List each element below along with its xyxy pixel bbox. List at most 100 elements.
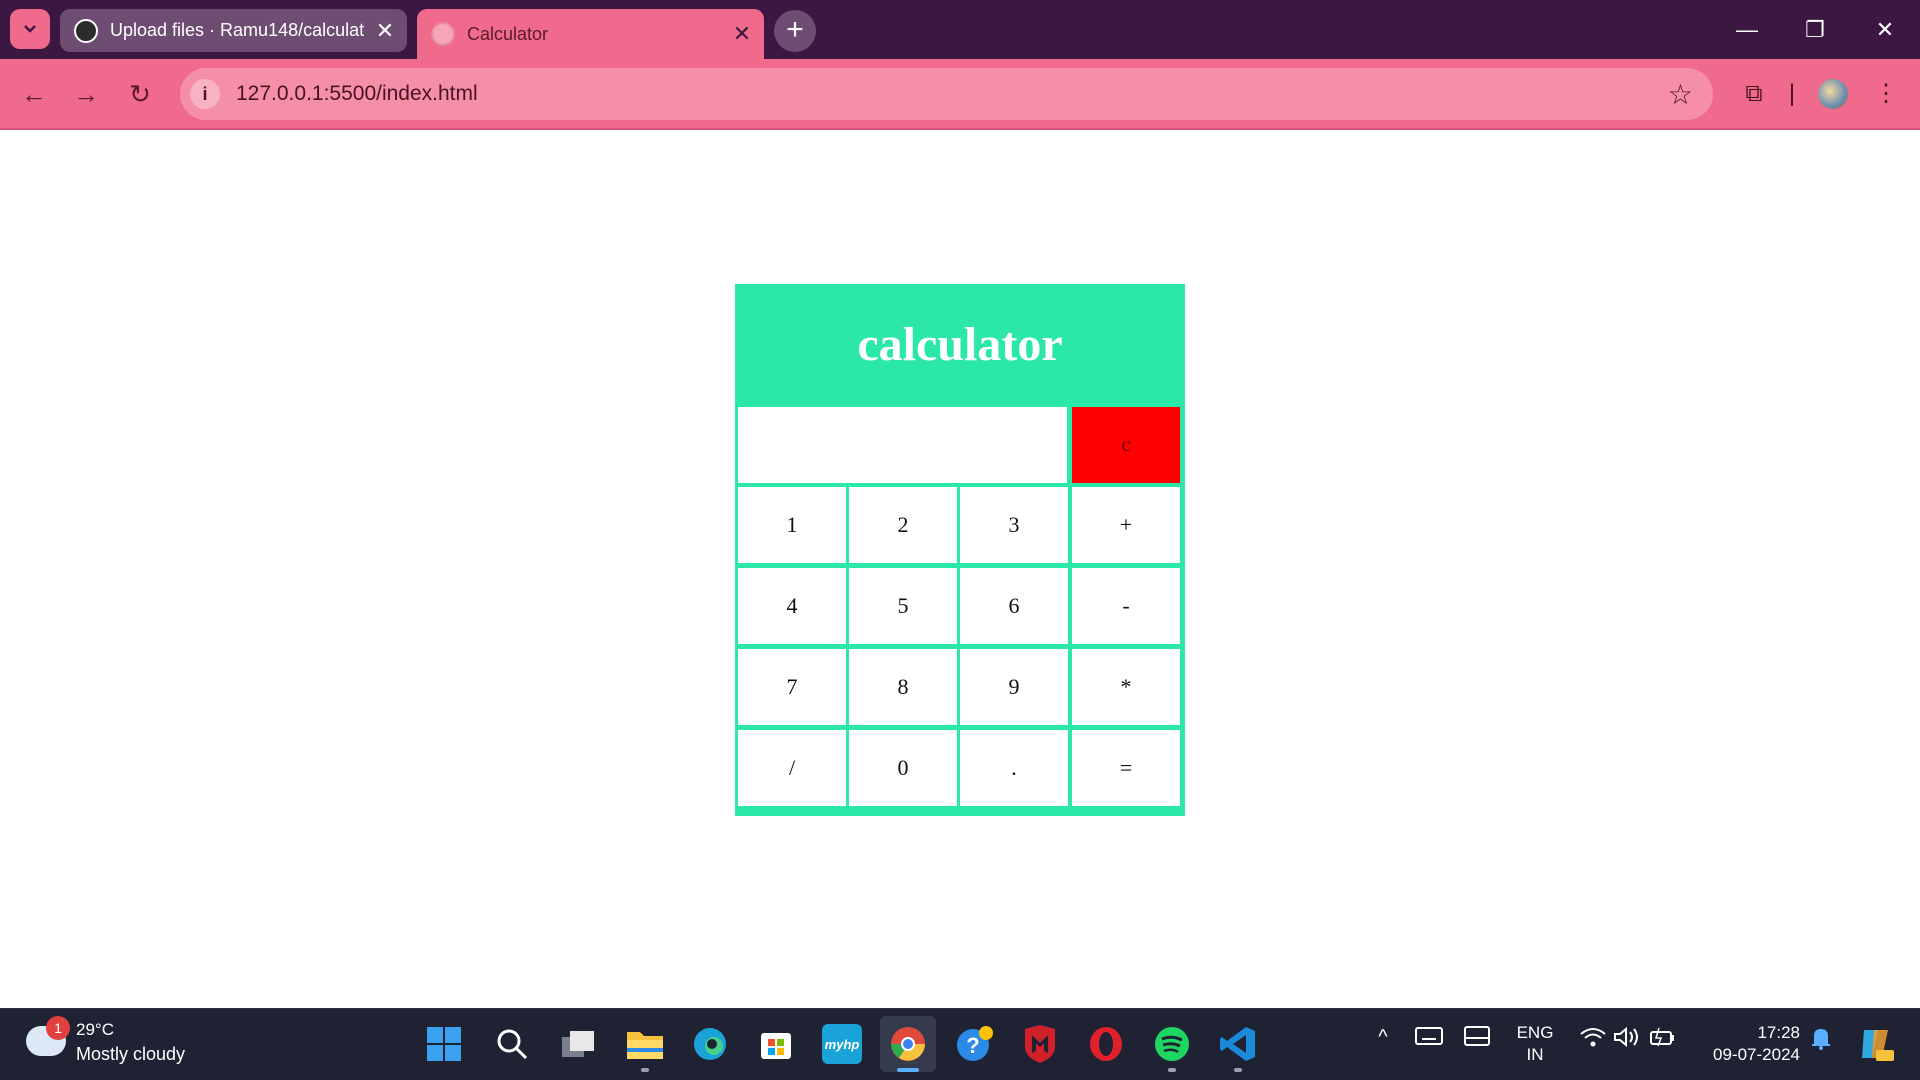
running-indicator xyxy=(1168,1068,1176,1072)
tab-title: Upload files · Ramu148/calculat xyxy=(110,20,365,40)
myhp-icon[interactable]: myhp xyxy=(822,1024,862,1064)
key-2[interactable]: 2 xyxy=(849,487,957,563)
store-icon[interactable] xyxy=(756,1024,796,1064)
chrome-icon[interactable] xyxy=(880,1016,936,1072)
reload-button[interactable]: ↻ xyxy=(120,74,160,114)
close-window-button[interactable]: ✕ xyxy=(1860,10,1910,50)
windows-start-icon[interactable] xyxy=(424,1024,464,1064)
region-code: IN xyxy=(1526,1045,1544,1064)
minimize-button[interactable]: — xyxy=(1722,10,1772,50)
notification-bell-icon[interactable] xyxy=(1806,1026,1836,1056)
close-tab-icon[interactable]: ✕ xyxy=(728,21,756,47)
key-9[interactable]: 9 xyxy=(960,649,1068,725)
wifi-glyph xyxy=(1580,1028,1606,1047)
key-8[interactable]: 8 xyxy=(849,649,957,725)
show-hidden-icons-chevron[interactable]: ^ xyxy=(1370,1026,1396,1049)
battery-glyph xyxy=(1650,1027,1674,1047)
wifi-icon[interactable] xyxy=(1578,1026,1608,1054)
opera-logo-icon xyxy=(1090,1027,1122,1061)
key-multiply[interactable]: * xyxy=(1072,649,1180,725)
file-explorer-icon[interactable] xyxy=(625,1024,665,1064)
keyboard-glyph xyxy=(1415,1027,1443,1045)
extensions-icon[interactable]: ⧉ xyxy=(1734,74,1774,114)
profile-avatar[interactable] xyxy=(1818,79,1848,109)
svg-text:?: ? xyxy=(966,1033,979,1058)
spotify-logo-icon xyxy=(1155,1027,1189,1061)
edge-icon[interactable] xyxy=(690,1024,730,1064)
github-icon xyxy=(74,18,98,43)
restore-button[interactable]: ❐ xyxy=(1790,10,1840,50)
key-7[interactable]: 7 xyxy=(738,649,846,725)
tab-calculator[interactable]: Calculator ✕ xyxy=(417,9,764,59)
clock-time: 17:28 xyxy=(1757,1023,1800,1042)
weather-temperature[interactable]: 29°C xyxy=(76,1020,114,1040)
task-view-icon[interactable] xyxy=(558,1024,598,1064)
key-minus[interactable]: - xyxy=(1072,568,1180,644)
key-1[interactable]: 1 xyxy=(738,487,846,563)
volume-icon[interactable] xyxy=(1612,1026,1642,1054)
folder-icon xyxy=(627,1032,663,1059)
site-info-icon[interactable]: i xyxy=(190,79,220,109)
new-tab-button[interactable]: + xyxy=(774,10,816,52)
key-3[interactable]: 3 xyxy=(960,487,1068,563)
copilot-glyph xyxy=(1862,1030,1894,1061)
spotify-icon[interactable] xyxy=(1152,1024,1192,1064)
tab-upload-files[interactable]: Upload files · Ramu148/calculat ✕ xyxy=(60,9,407,52)
clear-button[interactable]: c xyxy=(1072,407,1180,483)
weather-condition[interactable]: Mostly cloudy xyxy=(76,1044,185,1065)
chrome-logo-icon xyxy=(891,1027,925,1061)
opera-icon[interactable] xyxy=(1086,1024,1126,1064)
store-bag-icon xyxy=(761,1033,791,1059)
key-5[interactable]: 5 xyxy=(849,568,957,644)
tab-strip: Upload files · Ramu148/calculat ✕ Calcul… xyxy=(0,0,1920,59)
address-url[interactable]: 127.0.0.1:5500/index.html xyxy=(236,82,478,106)
touchpad-icon[interactable] xyxy=(1462,1026,1492,1052)
language-code: ENG xyxy=(1516,1023,1554,1042)
bookmark-star-icon[interactable]: ☆ xyxy=(1668,78,1693,111)
calculator-title: calculator xyxy=(857,318,1063,371)
back-button[interactable]: ← xyxy=(14,74,54,114)
active-indicator xyxy=(897,1068,919,1072)
magnifier-icon xyxy=(497,1029,528,1060)
calculator-header: calculator xyxy=(735,284,1185,405)
tab-search-button[interactable] xyxy=(10,9,50,49)
touchpad-glyph xyxy=(1464,1026,1490,1046)
battery-icon[interactable] xyxy=(1648,1026,1678,1054)
chevron-down-icon xyxy=(24,25,36,33)
weather-badge: 1 xyxy=(46,1016,70,1040)
copilot-icon[interactable] xyxy=(1856,1026,1896,1068)
key-0[interactable]: 0 xyxy=(849,730,957,806)
vscode-icon[interactable] xyxy=(1218,1024,1258,1064)
help-glyph: ? xyxy=(957,1026,993,1061)
bell-glyph xyxy=(1812,1029,1830,1050)
edge-logo-icon xyxy=(694,1028,726,1060)
keyboard-icon[interactable] xyxy=(1414,1026,1444,1052)
toolbar-divider: | xyxy=(1788,80,1796,107)
globe-icon xyxy=(431,22,455,46)
search-icon[interactable] xyxy=(492,1024,532,1064)
mcafee-icon[interactable] xyxy=(1020,1024,1060,1064)
help-icon[interactable]: ? xyxy=(955,1024,995,1064)
windows-logo-icon xyxy=(427,1027,461,1061)
key-decimal[interactable]: . xyxy=(960,730,1068,806)
running-indicator xyxy=(1234,1068,1242,1072)
browser-menu-icon[interactable]: ⋮ xyxy=(1866,74,1906,114)
mcafee-shield-icon xyxy=(1025,1025,1055,1063)
speaker-glyph xyxy=(1614,1026,1638,1048)
key-equals[interactable]: = xyxy=(1072,730,1180,806)
tab-title: Calculator xyxy=(467,23,549,44)
address-bar[interactable]: i 127.0.0.1:5500/index.html ☆ xyxy=(180,68,1713,120)
key-divide[interactable]: / xyxy=(738,730,846,806)
close-tab-icon[interactable]: ✕ xyxy=(371,18,399,44)
task-view-glyph xyxy=(562,1031,594,1057)
calculator: calculator c 1 2 3 + 4 5 6 - 7 8 9 * / 0… xyxy=(735,284,1185,816)
key-4[interactable]: 4 xyxy=(738,568,846,644)
browser-toolbar: ← → ↻ i 127.0.0.1:5500/index.html ☆ ⧉ | … xyxy=(0,59,1920,130)
key-plus[interactable]: + xyxy=(1072,487,1180,563)
running-indicator xyxy=(641,1068,649,1072)
key-6[interactable]: 6 xyxy=(960,568,1068,644)
system-clock[interactable]: 17:28 09-07-2024 xyxy=(1690,1022,1800,1066)
calculator-display[interactable] xyxy=(738,407,1067,483)
forward-button[interactable]: → xyxy=(66,74,106,114)
input-language-indicator[interactable]: ENG IN xyxy=(1510,1022,1560,1066)
